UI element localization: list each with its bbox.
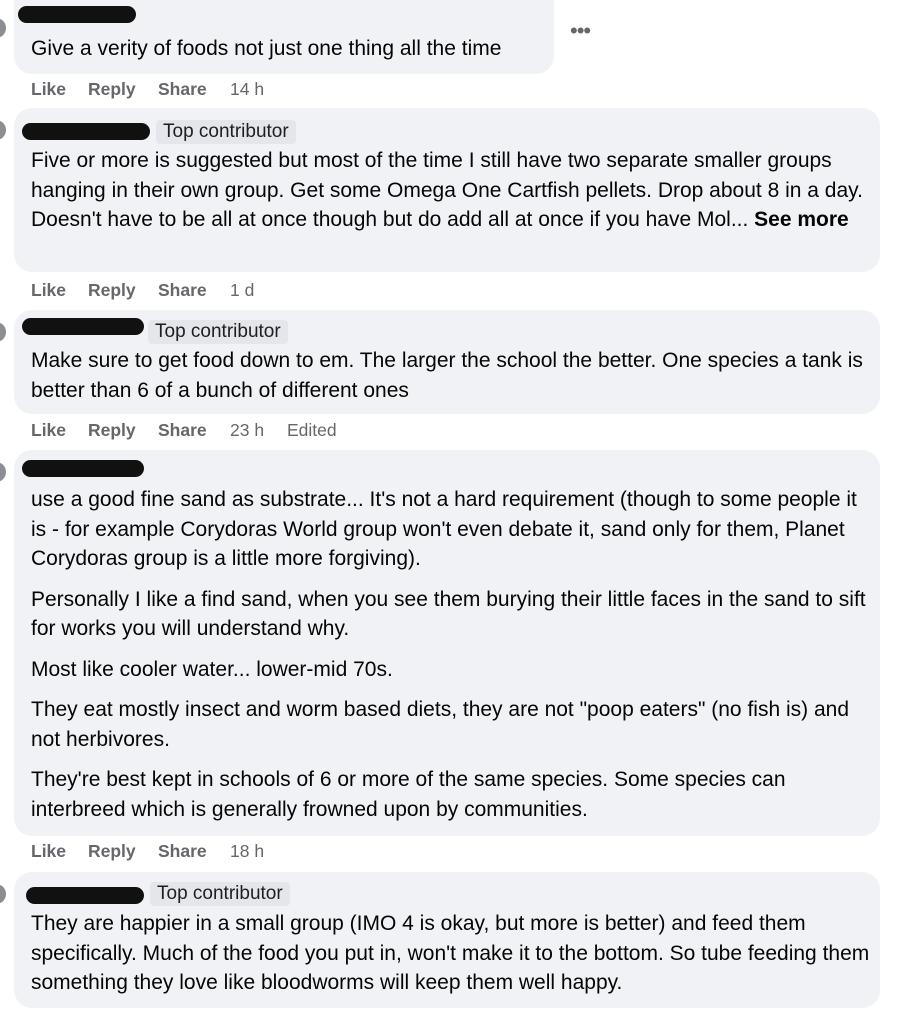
- commenter-avatar[interactable]: [0, 884, 6, 904]
- like-button[interactable]: Like: [31, 77, 66, 101]
- comment-bubble: Top contributor They are happier in a sm…: [14, 872, 880, 1008]
- share-button[interactable]: Share: [158, 278, 207, 302]
- redacted-author-name[interactable]: [22, 318, 144, 335]
- share-button[interactable]: Share: [158, 77, 207, 101]
- comment-paragraph: use a good fine sand as substrate... It'…: [31, 488, 857, 570]
- comment-paragraph: They're best kept in schools of 6 or mor…: [31, 768, 786, 821]
- redacted-author-name[interactable]: [22, 123, 150, 140]
- comment-paragraph: They are happier in a small group (IMO 4…: [31, 912, 870, 994]
- top-contributor-badge: Top contributor: [150, 882, 290, 906]
- commenter-avatar[interactable]: [0, 18, 6, 38]
- comment-timestamp[interactable]: 14 h: [230, 77, 264, 101]
- share-button[interactable]: Share: [158, 839, 207, 863]
- comment-paragraph: Personally I like a find sand, when you …: [31, 587, 866, 641]
- see-more-link[interactable]: See more: [754, 208, 849, 231]
- comment-paragraph: Most like cooler water... lower-mid 70s.: [31, 657, 393, 681]
- comment-paragraph: Five or more is suggested but most of th…: [31, 146, 876, 235]
- commenter-avatar[interactable]: [0, 120, 6, 140]
- comment-paragraph: Give a verity of foods not just one thin…: [31, 37, 502, 60]
- comment-bubble: Give a verity of foods not just one thin…: [14, 0, 554, 74]
- comment-paragraph-text: Five or more is suggested but most of th…: [31, 149, 863, 231]
- comment-text: Five or more is suggested but most of th…: [31, 146, 876, 235]
- commenter-avatar[interactable]: [0, 322, 6, 342]
- comment-bubble: Top contributor Make sure to get food do…: [14, 310, 880, 414]
- comment-text: Give a verity of foods not just one thin…: [31, 34, 541, 64]
- reply-button[interactable]: Reply: [88, 278, 136, 302]
- comment-timestamp[interactable]: 23 h: [230, 418, 264, 442]
- comment-paragraph: They eat mostly insect and worm based di…: [31, 698, 849, 751]
- redacted-author-name[interactable]: [18, 6, 136, 23]
- commenter-avatar[interactable]: [0, 462, 6, 482]
- redacted-author-name[interactable]: [26, 887, 144, 904]
- like-button[interactable]: Like: [31, 839, 66, 863]
- more-options-icon[interactable]: •••: [570, 20, 591, 42]
- top-contributor-badge: Top contributor: [148, 320, 288, 344]
- share-button[interactable]: Share: [158, 418, 207, 442]
- reply-button[interactable]: Reply: [88, 77, 136, 101]
- redacted-author-name[interactable]: [22, 460, 144, 477]
- like-button[interactable]: Like: [31, 278, 66, 302]
- comment-paragraph: Make sure to get food down to em. The la…: [31, 349, 863, 402]
- comment-bubble: Top contributor Five or more is suggeste…: [14, 108, 880, 272]
- comment-bubble: use a good fine sand as substrate... It'…: [14, 450, 880, 836]
- comment-text: Make sure to get food down to em. The la…: [31, 346, 876, 405]
- comment-timestamp[interactable]: 18 h: [230, 839, 264, 863]
- like-button[interactable]: Like: [31, 418, 66, 442]
- edited-label[interactable]: Edited: [287, 418, 337, 442]
- top-contributor-badge: Top contributor: [156, 120, 296, 144]
- comment-timestamp[interactable]: 1 d: [230, 278, 254, 302]
- comment-text: use a good fine sand as substrate... It'…: [31, 485, 876, 824]
- reply-button[interactable]: Reply: [88, 839, 136, 863]
- comment-text: They are happier in a small group (IMO 4…: [31, 909, 876, 998]
- reply-button[interactable]: Reply: [88, 418, 136, 442]
